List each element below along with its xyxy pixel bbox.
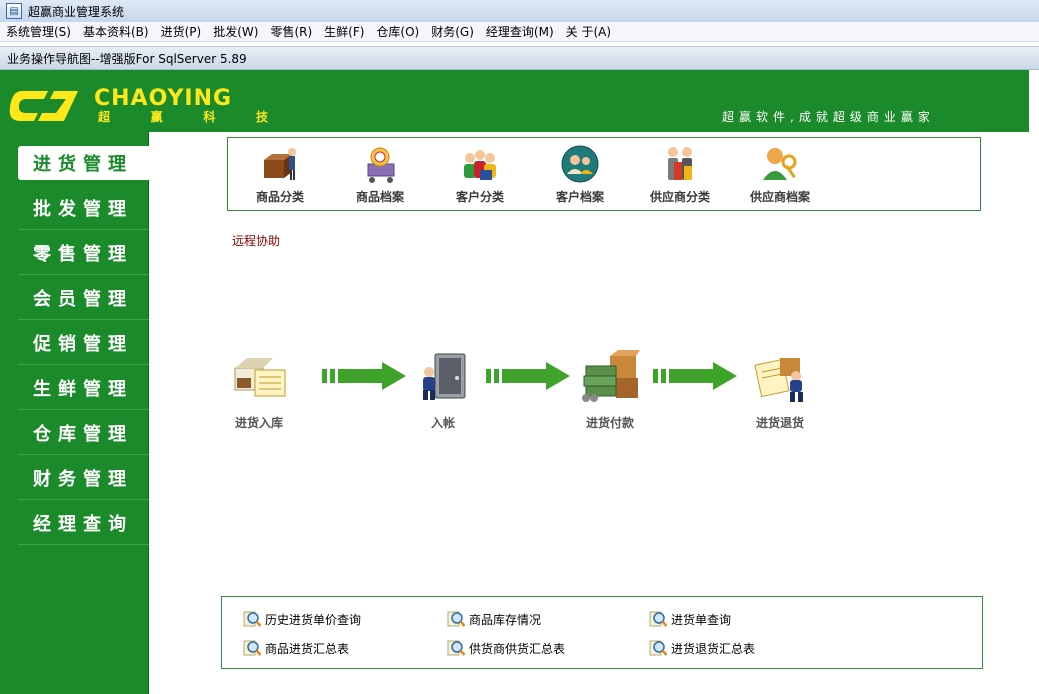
- flow-label: 进货入库: [234, 416, 283, 430]
- tool-label: 客户档案: [555, 190, 604, 204]
- report-label: 进货退货汇总表: [671, 641, 756, 656]
- report-label: 商品库存情况: [469, 612, 542, 627]
- report-purchase-return-summary[interactable]: 进货退货汇总表: [648, 638, 755, 658]
- brand-sub-char: 超: [98, 110, 111, 124]
- remote-help-link[interactable]: 远程协助: [232, 232, 280, 249]
- report-history-price-query[interactable]: 历史进货单价查询: [242, 609, 361, 629]
- menu-retail[interactable]: 零售(R): [264, 22, 318, 42]
- goods-archive-button[interactable]: 商品档案: [336, 144, 424, 210]
- window-title-bar: ▤ 超赢商业管理系统: [0, 0, 1039, 22]
- supplier-archive-icon: [763, 148, 797, 180]
- menu-warehouse[interactable]: 仓库(O): [370, 22, 425, 42]
- bookkeeping-icon: [423, 353, 466, 400]
- menu-basic-data[interactable]: 基本资料(B): [77, 22, 155, 42]
- stock-in-icon: [234, 358, 286, 397]
- sidebar-item-warehouse[interactable]: 仓库管理: [18, 411, 149, 455]
- flow-label: 进货退货: [755, 416, 804, 430]
- magnifier-icon: [447, 640, 466, 656]
- menu-fresh[interactable]: 生鲜(F): [318, 22, 370, 42]
- report-goods-purchase-summary[interactable]: 商品进货汇总表: [242, 638, 349, 658]
- magnifier-icon: [447, 611, 466, 627]
- chaoying-logo-icon: [9, 91, 78, 121]
- sidebar-item-wholesale[interactable]: 批发管理: [18, 186, 149, 230]
- customer-category-button[interactable]: 客户分类: [436, 144, 524, 210]
- sidebar-item-fresh[interactable]: 生鲜管理: [18, 366, 149, 410]
- report-label: 历史进货单价查询: [265, 612, 362, 627]
- supplier-category-icon: [668, 147, 692, 180]
- flow-label: 进货付款: [585, 416, 634, 430]
- window-title: 超赢商业管理系统: [28, 4, 125, 19]
- customer-category-icon: [464, 150, 496, 180]
- tool-label: 客户分类: [455, 190, 504, 204]
- customer-archive-icon: [561, 145, 599, 183]
- magnifier-icon: [243, 611, 262, 627]
- app-icon: ▤: [6, 3, 22, 19]
- flow-return-goods-button[interactable]: 进货退货: [735, 350, 825, 431]
- base-data-toolbar: 商品分类 商品档案 客户分类 客户档案 供应商分类 供应商档案: [227, 137, 981, 211]
- magnifier-icon: [649, 611, 668, 627]
- report-label: 供货商供货汇总表: [469, 641, 566, 656]
- flow-bookkeeping-button[interactable]: 入帐: [398, 350, 488, 431]
- menu-system[interactable]: 系统管理(S): [0, 22, 77, 42]
- flow-stock-in-button[interactable]: 进货入库: [214, 350, 304, 431]
- tool-label: 供应商档案: [749, 190, 810, 204]
- report-goods-stock[interactable]: 商品库存情况: [446, 609, 541, 629]
- brand-subtitle: 超 赢 科 技: [98, 108, 268, 125]
- customer-archive-button[interactable]: 客户档案: [536, 144, 624, 210]
- sidebar-item-retail[interactable]: 零售管理: [18, 231, 149, 275]
- flow-arrow-icon: [486, 362, 570, 390]
- report-supplier-summary[interactable]: 供货商供货汇总表: [446, 638, 565, 658]
- sidebar: 进货管理 批发管理 零售管理 会员管理 促销管理 生鲜管理 仓库管理 财务管理 …: [0, 132, 149, 694]
- flow-arrow-icon: [322, 362, 406, 390]
- menu-finance[interactable]: 财务(G): [425, 22, 480, 42]
- report-links-box: 历史进货单价查询 商品库存情况 进货单查询 商品进货汇总表 供货商供货汇总表 进…: [221, 596, 983, 669]
- sidebar-item-manager-query[interactable]: 经理查询: [18, 501, 149, 545]
- tool-label: 供应商分类: [649, 190, 710, 204]
- tool-label: 商品分类: [255, 190, 304, 204]
- magnifier-icon: [649, 640, 668, 656]
- flow-payment-button[interactable]: 进货付款: [565, 350, 655, 431]
- report-label: 进货单查询: [671, 612, 732, 627]
- tool-label: 商品档案: [355, 190, 404, 204]
- menu-about[interactable]: 关 于(A): [560, 22, 617, 42]
- sidebar-item-promotion[interactable]: 促销管理: [18, 321, 149, 365]
- sidebar-item-member[interactable]: 会员管理: [18, 276, 149, 320]
- brand-sub-char: 技: [255, 110, 268, 124]
- payment-icon: [582, 350, 640, 402]
- brand-sub-char: 科: [203, 110, 216, 124]
- brand-slogan: 超赢软件,成就超级商业赢家: [722, 110, 935, 124]
- report-purchase-order-query[interactable]: 进货单查询: [648, 609, 731, 629]
- child-window-title: 业务操作导航图--增强版For SqlServer 5.89: [7, 51, 247, 66]
- flow-arrow-icon: [653, 362, 737, 390]
- brand-header: CHAOYING 超 赢 科 技 超赢软件,成就超级商业赢家: [0, 70, 1029, 132]
- magnifier-icon: [243, 640, 262, 656]
- goods-category-icon: [264, 148, 296, 180]
- goods-category-button[interactable]: 商品分类: [236, 144, 324, 210]
- menu-bar: 系统管理(S) 基本资料(B) 进货(P) 批发(W) 零售(R) 生鲜(F) …: [0, 22, 1039, 42]
- menu-wholesale[interactable]: 批发(W): [207, 22, 264, 42]
- menu-manager-query[interactable]: 经理查询(M): [480, 22, 560, 42]
- supplier-archive-button[interactable]: 供应商档案: [736, 144, 824, 210]
- menu-purchase[interactable]: 进货(P): [155, 22, 208, 42]
- goods-archive-icon: [367, 147, 395, 183]
- supplier-category-button[interactable]: 供应商分类: [636, 144, 724, 210]
- sidebar-item-finance[interactable]: 财务管理: [18, 456, 149, 500]
- child-window-title-bar: 业务操作导航图--增强版For SqlServer 5.89: [0, 46, 1039, 70]
- sidebar-item-purchase[interactable]: 进货管理: [18, 146, 149, 180]
- report-label: 商品进货汇总表: [265, 641, 350, 656]
- brand-sub-char: 赢: [150, 110, 163, 124]
- flow-label: 入帐: [430, 416, 455, 430]
- return-goods-icon: [754, 358, 803, 402]
